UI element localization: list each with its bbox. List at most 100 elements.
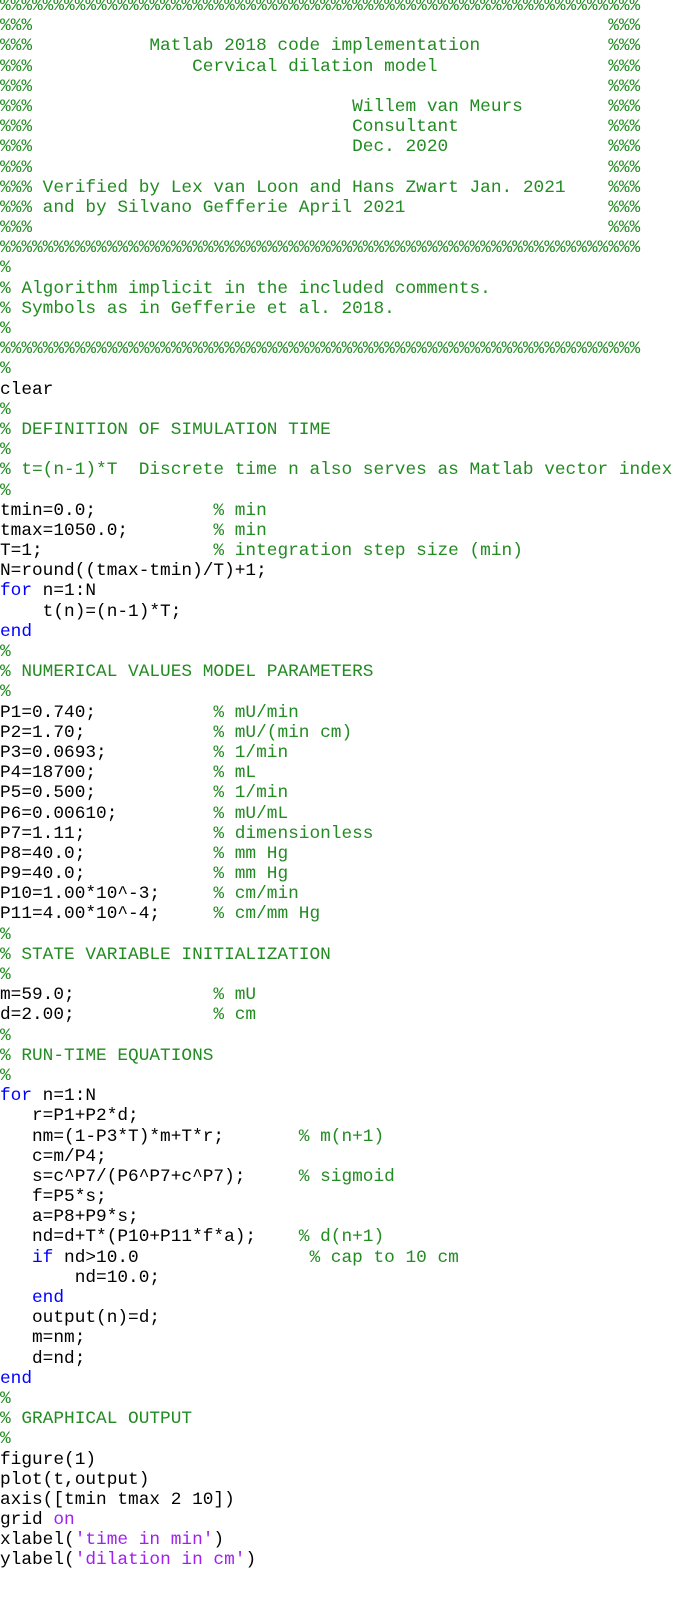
code-text: m=59.0;	[0, 985, 214, 1006]
code-text: nd>10.0	[53, 1247, 310, 1268]
code-comment: % d(n+1)	[298, 1227, 385, 1248]
code-comment: %	[0, 440, 11, 461]
code-text: m=nm;	[0, 1328, 86, 1349]
code-text: )	[245, 1550, 257, 1571]
code-comment: % cap to 10 cm	[309, 1247, 459, 1268]
code-comment: % m(n+1)	[298, 1126, 385, 1147]
code-comment: % Algorithm implicit in the included com…	[0, 278, 491, 299]
code-line: P4=18700; % mL	[0, 763, 672, 783]
code-text: P1=0.740;	[0, 702, 214, 723]
code-text: axis([tmin tmax 2 10])	[0, 1489, 235, 1510]
code-line: t(n)=(n-1)*T;	[0, 602, 672, 622]
code-line: end	[0, 622, 672, 642]
code-keyword: end	[0, 1368, 33, 1389]
code-comment: %%% %%%	[0, 157, 641, 178]
code-line: %%% Verified by Lex van Loon and Hans Zw…	[0, 178, 672, 198]
code-comment: %%% Dec. 2020 %%%	[0, 137, 641, 158]
code-line: end	[0, 1369, 672, 1389]
matlab-code-listing: %%%%%%%%%%%%%%%%%%%%%%%%%%%%%%%%%%%%%%%%…	[0, 0, 672, 1571]
code-comment: % dimensionless	[213, 823, 374, 844]
code-line: T=1; % integration step size (min)	[0, 541, 672, 561]
code-comment: % sigmoid	[298, 1166, 395, 1187]
code-line: r=P1+P2*d;	[0, 1106, 672, 1126]
code-comment: %	[0, 1388, 11, 1409]
code-text: d=2.00;	[0, 1005, 214, 1026]
code-line: %	[0, 1389, 672, 1409]
code-text: a=P8+P9*s;	[0, 1207, 139, 1228]
code-comment: %	[0, 1065, 11, 1086]
code-line: for n=1:N	[0, 581, 672, 601]
code-line: %%%%%%%%%%%%%%%%%%%%%%%%%%%%%%%%%%%%%%%%…	[0, 0, 672, 16]
code-text: plot(t,output)	[0, 1469, 150, 1490]
code-line: P9=40.0; % mm Hg	[0, 864, 672, 884]
code-text: P11=4.00*10^-4;	[0, 904, 214, 925]
code-line: if nd>10.0 % cap to 10 cm	[0, 1248, 672, 1268]
code-line: figure(1)	[0, 1450, 672, 1470]
code-comment: %	[0, 480, 11, 501]
code-line: %%% Willem van Meurs %%%	[0, 97, 672, 117]
code-comment: % 1/min	[213, 783, 289, 804]
code-comment: % RUN-TIME EQUATIONS	[0, 1045, 214, 1066]
code-line: %	[0, 481, 672, 501]
code-line: nd=d+T*(P10+P11*f*a); % d(n+1)	[0, 1227, 672, 1247]
code-line: for n=1:N	[0, 1086, 672, 1106]
code-line: %%% %%%	[0, 218, 672, 238]
code-comment: %%% %%%	[0, 76, 641, 97]
code-line: %	[0, 965, 672, 985]
code-line: % NUMERICAL VALUES MODEL PARAMETERS	[0, 662, 672, 682]
code-text: P7=1.11;	[0, 823, 214, 844]
code-text: figure(1)	[0, 1449, 97, 1470]
code-line: m=nm;	[0, 1328, 672, 1348]
code-line: P1=0.740; % mU/min	[0, 703, 672, 723]
code-comment: %%%%%%%%%%%%%%%%%%%%%%%%%%%%%%%%%%%%%%%%…	[0, 339, 641, 360]
code-line: % GRAPHICAL OUTPUT	[0, 1409, 672, 1429]
code-text: r=P1+P2*d;	[0, 1106, 139, 1127]
code-line: nd=10.0;	[0, 1268, 672, 1288]
code-comment: % t=(n-1)*T Discrete time n also serves …	[0, 460, 673, 481]
code-comment: % cm/min	[213, 884, 299, 905]
code-comment: %%% Verified by Lex van Loon and Hans Zw…	[0, 177, 641, 198]
code-text: ylabel(	[0, 1550, 75, 1571]
code-line: plot(t,output)	[0, 1470, 672, 1490]
code-line: P6=0.00610; % mU/mL	[0, 804, 672, 824]
code-comment: %	[0, 924, 11, 945]
code-line: % STATE VARIABLE INITIALIZATION	[0, 945, 672, 965]
code-comment: % GRAPHICAL OUTPUT	[0, 1409, 193, 1430]
code-comment: % Symbols as in Gefferie et al. 2018.	[0, 298, 395, 319]
code-line: %	[0, 642, 672, 662]
code-comment: % mm Hg	[213, 864, 289, 885]
code-text: nd=d+T*(P10+P11*f*a);	[0, 1227, 299, 1248]
code-comment: %%% %%%	[0, 218, 641, 239]
code-comment: % STATE VARIABLE INITIALIZATION	[0, 944, 331, 965]
code-line: % t=(n-1)*T Discrete time n also serves …	[0, 460, 672, 480]
code-line: %	[0, 258, 672, 278]
code-text: clear	[0, 379, 54, 400]
code-line: % RUN-TIME EQUATIONS	[0, 1046, 672, 1066]
code-line: %%% Consultant %%%	[0, 117, 672, 137]
code-comment: % mm Hg	[213, 843, 289, 864]
code-line: c=m/P4;	[0, 1147, 672, 1167]
code-text: d=nd;	[0, 1348, 86, 1369]
code-text: grid	[0, 1510, 54, 1531]
code-text: P9=40.0;	[0, 864, 214, 885]
code-line: output(n)=d;	[0, 1308, 672, 1328]
code-line: %	[0, 359, 672, 379]
code-comment: % min	[213, 500, 267, 521]
code-line: %	[0, 440, 672, 460]
code-comment: %	[0, 642, 11, 662]
code-comment: %%%%%%%%%%%%%%%%%%%%%%%%%%%%%%%%%%%%%%%%…	[0, 0, 641, 16]
code-text: output(n)=d;	[0, 1308, 161, 1329]
code-text: P2=1.70;	[0, 722, 214, 743]
code-text: P6=0.00610;	[0, 803, 214, 824]
code-line: tmax=1050.0; % min	[0, 521, 672, 541]
code-keyword: for	[0, 581, 33, 602]
code-comment: % integration step size (min)	[213, 541, 523, 562]
code-comment: %	[0, 319, 11, 339]
code-text: P3=0.0693;	[0, 742, 214, 763]
code-comment: %%% Cervical dilation model %%%	[0, 56, 641, 77]
code-line: nm=(1-P3*T)*m+T*r; % m(n+1)	[0, 1127, 672, 1147]
code-line: %%% %%%	[0, 16, 672, 36]
code-comment: % cm	[213, 1005, 257, 1026]
code-comment: %%% and by Silvano Gefferie April 2021 %…	[0, 197, 641, 218]
code-line: %%% Cervical dilation model %%%	[0, 57, 672, 77]
